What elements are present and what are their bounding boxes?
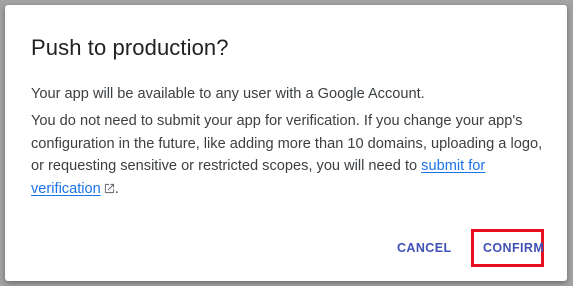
push-to-production-dialog: Push to production? Your app will be ava… <box>5 5 567 281</box>
external-link-icon <box>104 183 114 193</box>
confirm-button[interactable]: CONFIRM <box>483 241 544 255</box>
verification-text: You do not need to submit your app for v… <box>31 110 551 200</box>
confirm-highlight-box: CONFIRM <box>471 229 544 267</box>
verification-text-end: . <box>114 180 119 197</box>
availability-text: Your app will be available to any user w… <box>31 86 425 102</box>
dialog-title: Push to production? <box>31 35 229 60</box>
cancel-button[interactable]: CANCEL <box>397 241 451 255</box>
